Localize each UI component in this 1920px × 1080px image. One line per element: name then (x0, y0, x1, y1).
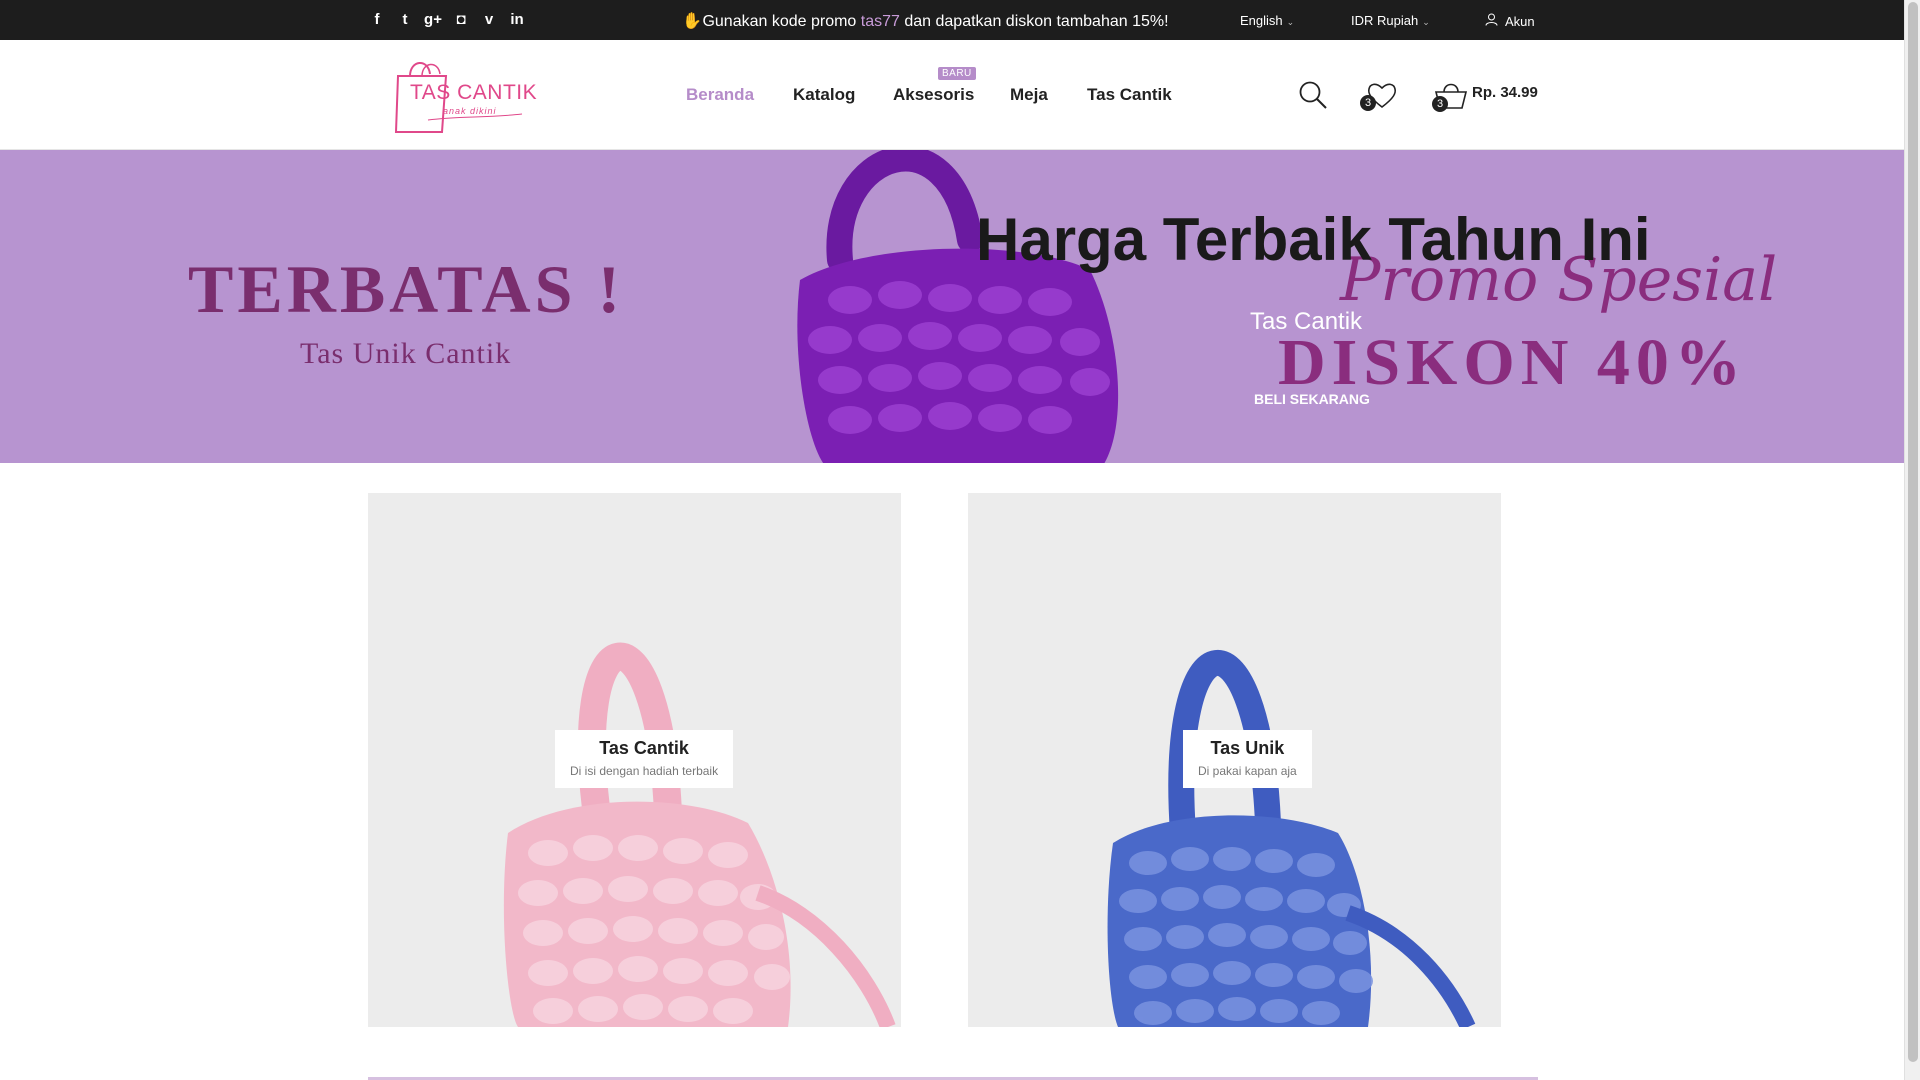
twitter-icon[interactable]: t (396, 10, 414, 30)
promo-prefix: Gunakan kode promo (702, 13, 861, 30)
facebook-icon[interactable]: f (368, 10, 386, 30)
search-icon[interactable] (1298, 80, 1328, 115)
product-card[interactable]: Tas Cantik Di isi dengan hadiah terbaik (368, 493, 901, 1027)
cart-count: 3 (1432, 96, 1448, 112)
banner-discount: DISKON 40% (1278, 326, 1747, 399)
logo[interactable]: TAS CANTIK anak dikini (388, 54, 537, 134)
card-subtitle: Di isi dengan hadiah terbaik (570, 764, 719, 778)
top-bar: f t g+ ◘ v in ✋ Gunakan kode promo tas77… (0, 0, 1904, 40)
page-scrollbar[interactable] (1904, 0, 1920, 1080)
language-selector[interactable]: English ⌄ (1240, 13, 1294, 28)
banner-limited-title: TERBATAS ! (188, 251, 625, 327)
banner-heading: Harga Terbaik Tahun Ini (976, 206, 1651, 273)
nav-tas-cantik[interactable]: Tas Cantik (1087, 85, 1172, 105)
banner-subheading: Tas Cantik (1250, 308, 1363, 335)
nav-catalog[interactable]: Katalog (793, 85, 855, 105)
card-subtitle: Di pakai kapan aja (1198, 764, 1297, 778)
nav-accessories[interactable]: Aksesoris (893, 85, 974, 105)
account-link[interactable]: Akun (1485, 13, 1535, 29)
promo-message: ✋ Gunakan kode promo tas77 dan dapatkan … (682, 11, 1169, 31)
linkedin-icon[interactable]: in (508, 10, 526, 30)
product-card[interactable]: Tas Unik Di pakai kapan aja (968, 493, 1501, 1027)
account-label: Akun (1505, 14, 1535, 29)
logo-tagline: anak dikini (443, 106, 497, 116)
language-label: English (1240, 13, 1283, 28)
hand-icon: ✋ (682, 13, 702, 30)
currency-selector[interactable]: IDR Rupiah ⌄ (1351, 13, 1430, 28)
logo-text: TAS CANTIK (410, 81, 538, 104)
purple-bag-image (797, 150, 1119, 463)
card-title: Tas Unik (1210, 738, 1285, 758)
social-links: f t g+ ◘ v in (368, 10, 526, 30)
card-title: Tas Cantik (599, 738, 689, 758)
chevron-down-icon: ⌄ (1286, 17, 1295, 27)
banner-limited-subtitle: Tas Unik Cantik (300, 337, 512, 370)
promo-code: tas77 (860, 13, 900, 30)
chevron-down-icon: ⌄ (1422, 17, 1430, 27)
card-label: Tas Cantik Di isi dengan hadiah terbaik (555, 730, 734, 788)
wishlist-count: 3 (1360, 95, 1376, 111)
cart-total[interactable]: Rp. 34.99 (1472, 84, 1538, 101)
promo-suffix: dan dapatkan diskon tambahan 15%! (899, 13, 1169, 30)
site-header: TAS CANTIK anak dikini Beranda Katalog A… (0, 40, 1904, 150)
scrollbar-thumb[interactable] (1908, 2, 1918, 1062)
instagram-icon[interactable]: ◘ (452, 10, 470, 30)
nav-table[interactable]: Meja (1010, 85, 1048, 105)
nav-home[interactable]: Beranda (686, 85, 754, 105)
hero-banner: TERBATAS ! Tas Unik Cantik Promo Spesial… (0, 150, 1904, 463)
card-label: Tas Unik Di pakai kapan aja (1183, 730, 1312, 788)
user-icon (1485, 13, 1499, 29)
new-badge: BARU (938, 67, 976, 80)
vimeo-icon[interactable]: v (480, 10, 498, 30)
google-plus-icon[interactable]: g+ (424, 10, 442, 30)
currency-label: IDR Rupiah (1351, 13, 1419, 28)
shop-now-button[interactable]: BELI SEKARANG (1254, 391, 1370, 407)
wishlist-button[interactable]: 3 (1360, 81, 1398, 114)
cart-button[interactable]: 3 (1432, 80, 1468, 115)
